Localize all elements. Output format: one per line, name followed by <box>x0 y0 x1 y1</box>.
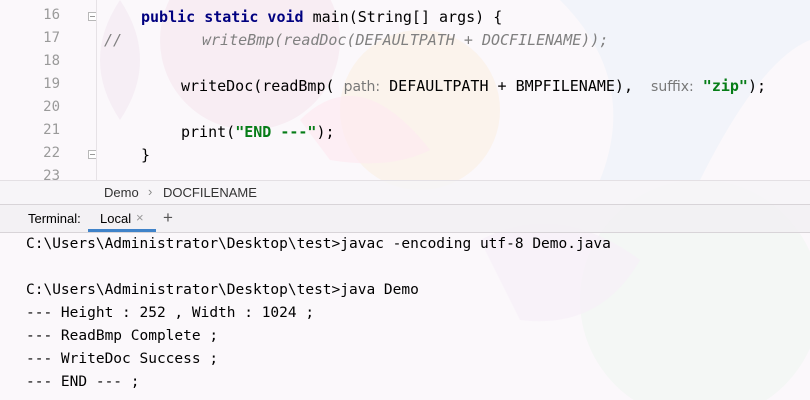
code-line-19[interactable]: writeDoc(readBmp( path: DEFAULTPATH + BM… <box>181 75 766 97</box>
commented-code: writeBmp(readDoc(DEFAULTPATH + DOCFILENA… <box>202 31 609 49</box>
line-number: 20 <box>43 99 60 115</box>
code-text: DEFAULTPATH + BMPFILENAME), <box>380 77 652 95</box>
code-editor[interactable]: 16 17 18 19 20 21 22 23 public static vo… <box>0 0 810 180</box>
add-tab-icon[interactable]: + <box>163 208 173 228</box>
code-text: print( <box>181 123 236 141</box>
terminal-line: --- END --- ; <box>26 374 140 390</box>
code-line-22[interactable]: } <box>141 144 150 166</box>
code-text: writeDoc(readBmp( <box>181 77 344 95</box>
breadcrumb-item-docfilename[interactable]: DOCFILENAME <box>163 185 257 200</box>
code-line-17[interactable]: // <box>104 29 122 51</box>
terminal-line: --- ReadBmp Complete ; <box>26 328 219 344</box>
breadcrumb: Demo › DOCFILENAME <box>0 180 810 205</box>
comment-marker: // <box>104 31 123 49</box>
terminal-line: --- WriteDoc Success ; <box>26 351 219 367</box>
breadcrumb-item-demo[interactable]: Demo <box>104 185 139 200</box>
code-text: ); <box>747 77 767 95</box>
tab-local[interactable]: Local × <box>88 205 156 232</box>
terminal-toolbar: Terminal: Local × + <box>0 204 810 233</box>
line-number: 16 <box>43 7 60 23</box>
code-text: main(String[] args) { <box>312 8 503 26</box>
string-literal: "zip" <box>702 77 748 95</box>
code-keywords: public static void <box>141 8 313 26</box>
string-literal: "END ---" <box>235 123 317 141</box>
terminal-line: C:\Users\Administrator\Desktop\test>java… <box>26 236 611 252</box>
editor-gutter: 16 17 18 19 20 21 22 23 <box>0 0 97 180</box>
close-icon[interactable]: × <box>136 210 144 225</box>
param-hint-path: path: <box>343 79 381 95</box>
gutter-divider <box>96 0 97 180</box>
code-text: } <box>141 146 151 164</box>
code-line-16[interactable]: public static void main(String[] args) { <box>141 6 502 28</box>
tab-label: Local <box>100 211 132 226</box>
line-number: 22 <box>43 145 60 161</box>
param-hint-suffix: suffix: <box>651 79 694 95</box>
terminal-line: --- Height : 252 , Width : 1024 ; <box>26 305 315 321</box>
line-number: 21 <box>43 122 60 138</box>
code-line-21[interactable]: print("END ---"); <box>181 121 335 143</box>
breadcrumb-separator-icon: › <box>148 184 153 199</box>
line-number: 18 <box>43 53 60 69</box>
terminal-title: Terminal: <box>28 211 81 226</box>
code-text: ); <box>316 123 335 141</box>
line-number: 17 <box>43 30 60 46</box>
code-line-17-body[interactable]: writeBmp(readDoc(DEFAULTPATH + DOCFILENA… <box>202 29 608 51</box>
line-number: 23 <box>43 168 60 180</box>
line-number: 19 <box>43 76 60 92</box>
terminal-line: C:\Users\Administrator\Desktop\test>java… <box>26 282 419 298</box>
terminal-output[interactable]: C:\Users\Administrator\Desktop\test>java… <box>0 232 810 400</box>
